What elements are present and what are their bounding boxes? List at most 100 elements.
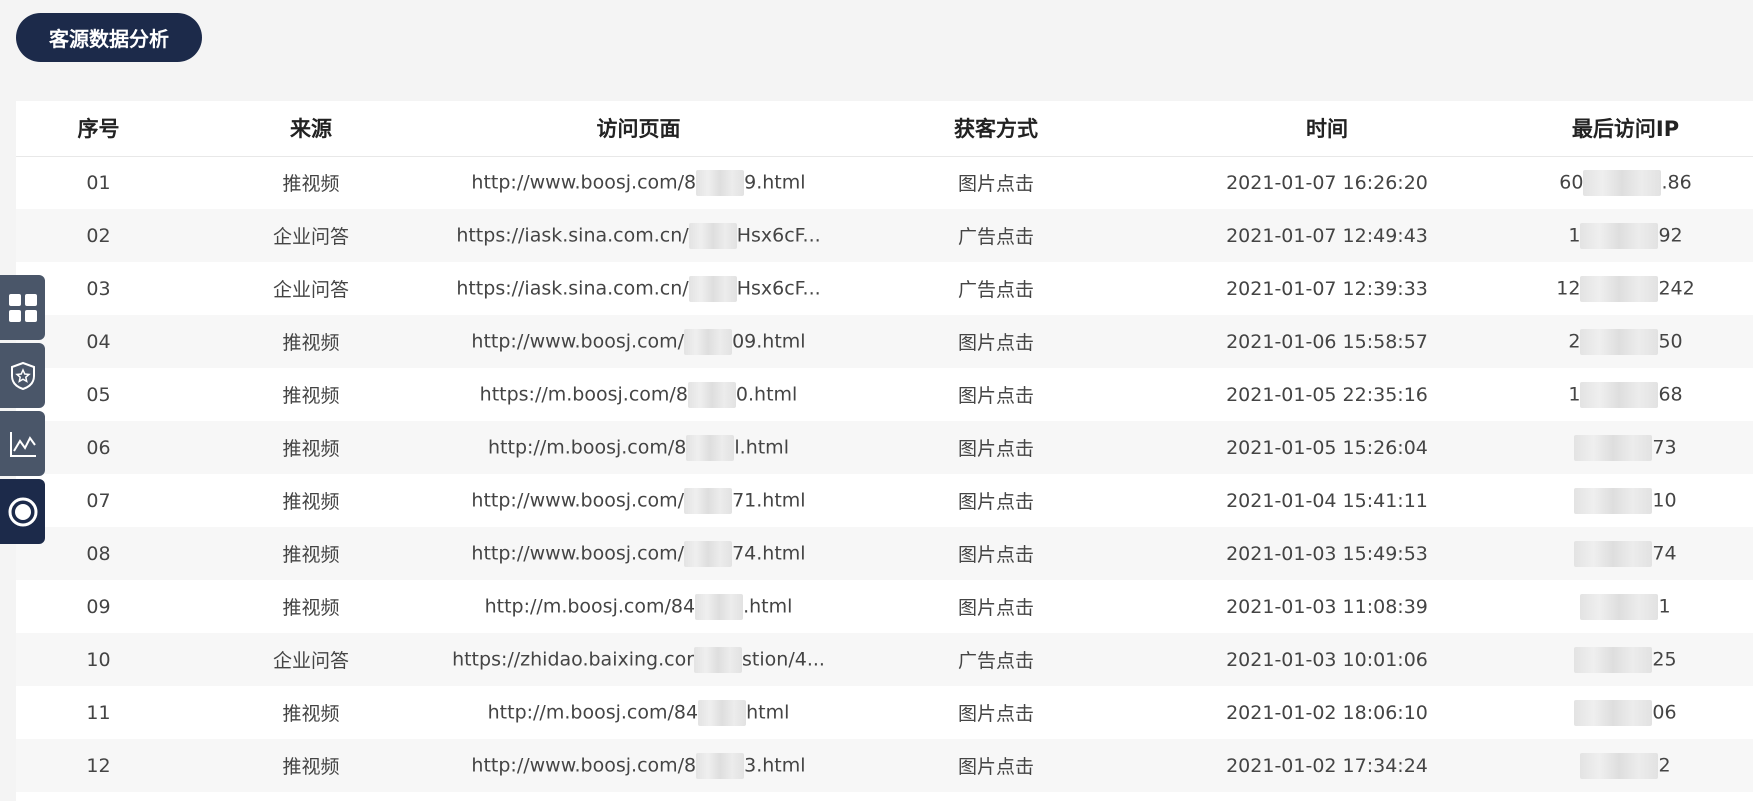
- cell-page[interactable]: http://www.boosj.com/8 9.html: [441, 156, 836, 209]
- ip-prefix: 60: [1559, 171, 1584, 194]
- cell-last-ip: 1: [1498, 580, 1753, 633]
- redacted-blur: [695, 593, 744, 620]
- cell-last-ip: 25: [1498, 633, 1753, 686]
- cell-page[interactable]: https://iask.sina.com.cn/Hsx6cF...: [441, 262, 836, 315]
- cell-method: 广告点击: [836, 209, 1156, 262]
- ip-prefix: 1: [1568, 224, 1581, 246]
- url-suffix: html: [746, 701, 790, 723]
- grid-icon: [8, 293, 38, 323]
- cell-last-ip: 12 242: [1498, 262, 1753, 315]
- table-row: 09 推视频 http://m.boosj.com/84 .html 图片点击 2021-…: [16, 580, 1753, 633]
- url-suffix: 3.html: [744, 754, 806, 776]
- table-row: 05 推视频 https://m.boosj.com/8 0.html 图片点击 2021…: [16, 368, 1753, 421]
- cell-page[interactable]: https://iask.sina.com.cn/Hsx6cF...: [441, 209, 836, 262]
- cell-method: 图片点击: [836, 421, 1156, 474]
- url-suffix: 71.html: [732, 489, 806, 511]
- sidebar-item-chart[interactable]: [0, 411, 45, 476]
- redacted-blur: [694, 646, 743, 673]
- table-header-row: 序号 来源 访问页面 获客方式 时间 最后访问IP: [16, 101, 1753, 157]
- cell-time: 2021-01-06 15:58:57: [1156, 315, 1498, 368]
- cell-last-ip: 73: [1498, 421, 1753, 474]
- cell-no: 10: [16, 633, 181, 686]
- redacted-blur: [1574, 540, 1653, 567]
- redacted-blur: [686, 434, 735, 461]
- cell-no: 09: [16, 580, 181, 633]
- ip-prefix: 12: [1556, 277, 1581, 299]
- cell-page[interactable]: https://m.boosj.com/8 0.html: [441, 368, 836, 421]
- cell-time: 2021-01-07 16:26:20: [1156, 156, 1498, 209]
- line-chart-icon: [8, 429, 38, 459]
- cell-method: 图片点击: [836, 368, 1156, 421]
- table-row: 01 推视频 http://www.boosj.com/8 9.html 图片点击 202…: [16, 156, 1753, 209]
- cell-page[interactable]: http://m.boosj.com/84 .html: [441, 580, 836, 633]
- cell-method: 图片点击: [836, 315, 1156, 368]
- url-suffix: Hsx6cF...: [736, 277, 821, 299]
- redacted-blur: [687, 381, 736, 408]
- cell-source: 推视频: [181, 421, 441, 474]
- cell-time: 2021-01-02 18:06:10: [1156, 686, 1498, 739]
- cell-no: 01: [16, 156, 181, 209]
- redacted-blur: [1580, 752, 1659, 779]
- cell-source: 推视频: [181, 156, 441, 209]
- cell-last-ip: 60.86: [1498, 156, 1753, 209]
- cell-page[interactable]: http://www.boosj.com/8 3.html: [441, 739, 836, 792]
- sidebar-item-dashboard[interactable]: [0, 275, 45, 340]
- cell-last-ip: 74: [1498, 527, 1753, 580]
- url-prefix: https://m.boosj.com/8: [479, 383, 688, 405]
- redacted-blur: [1574, 487, 1653, 514]
- url-prefix: https://iask.sina.com.cn/: [456, 224, 689, 246]
- table-row: 06 推视频 http://m.boosj.com/8 l.html 图片点击 2021-…: [16, 421, 1753, 474]
- table-row: 11 推视频 http://m.boosj.com/84 html 图片点击 2021-0…: [16, 686, 1753, 739]
- cell-no: 11: [16, 686, 181, 739]
- cell-time: 2021-01-05 15:26:04: [1156, 421, 1498, 474]
- header-page: 访问页面: [441, 101, 836, 157]
- shield-star-icon: [9, 361, 37, 391]
- redacted-blur: [1574, 699, 1653, 726]
- redacted-blur: [1580, 222, 1659, 249]
- cell-source: 推视频: [181, 527, 441, 580]
- redacted-blur: [684, 487, 733, 514]
- url-suffix: 9.html: [744, 171, 806, 194]
- url-suffix: .html: [743, 595, 793, 617]
- url-prefix: https://zhidao.baixing.cor: [452, 648, 695, 670]
- url-prefix: http://m.boosj.com/84: [484, 595, 696, 617]
- sidebar-item-target[interactable]: [0, 479, 45, 544]
- url-prefix: http://www.boosj.com/8: [471, 171, 697, 194]
- cell-no: 02: [16, 209, 181, 262]
- cell-source: 推视频: [181, 315, 441, 368]
- cell-time: 2021-01-03 11:08:39: [1156, 580, 1498, 633]
- cell-page[interactable]: http://www.boosj.com/71.html: [441, 474, 836, 527]
- ip-prefix: 1: [1568, 383, 1581, 405]
- redacted-blur: [1574, 646, 1653, 673]
- url-suffix: Hsx6cF...: [736, 224, 821, 246]
- redacted-blur: [698, 699, 747, 726]
- cell-page[interactable]: https://zhidao.baixing.cor stion/4...: [441, 633, 836, 686]
- cell-page[interactable]: http://www.boosj.com/09.html: [441, 315, 836, 368]
- cell-source: 企业问答: [181, 209, 441, 262]
- cell-time: 2021-01-05 22:35:16: [1156, 368, 1498, 421]
- url-suffix: l.html: [734, 436, 789, 458]
- ip-suffix: 2: [1658, 754, 1671, 776]
- cell-time: 2021-01-02 17:34:24: [1156, 739, 1498, 792]
- table-row: 10 企业问答 https://zhidao.baixing.cor stion/4.…: [16, 633, 1753, 686]
- cell-page[interactable]: http://m.boosj.com/84 html: [441, 686, 836, 739]
- cell-page[interactable]: http://m.boosj.com/8 l.html: [441, 421, 836, 474]
- url-prefix: http://www.boosj.com/: [471, 542, 685, 564]
- cell-last-ip: 1 92: [1498, 209, 1753, 262]
- ip-suffix: 92: [1658, 224, 1683, 246]
- side-toolbar: [0, 275, 45, 547]
- header-time: 时间: [1156, 101, 1498, 157]
- ip-suffix: 74: [1652, 542, 1677, 564]
- sidebar-item-shield[interactable]: [0, 343, 45, 408]
- ip-suffix: .86: [1661, 171, 1692, 194]
- url-suffix: stion/4...: [742, 648, 825, 670]
- table-row: 03 企业问答 https://iask.sina.com.cn/Hsx6cF...…: [16, 262, 1753, 315]
- ip-suffix: 10: [1652, 489, 1677, 511]
- cell-method: 图片点击: [836, 527, 1156, 580]
- table-row: 08 推视频 http://www.boosj.com/74.html 图片点击 202…: [16, 527, 1753, 580]
- cell-time: 2021-01-03 10:01:06: [1156, 633, 1498, 686]
- cell-source: 推视频: [181, 474, 441, 527]
- cell-time: 2021-01-07 12:39:33: [1156, 262, 1498, 315]
- cell-page[interactable]: http://www.boosj.com/74.html: [441, 527, 836, 580]
- cell-time: 2021-01-03 15:49:53: [1156, 527, 1498, 580]
